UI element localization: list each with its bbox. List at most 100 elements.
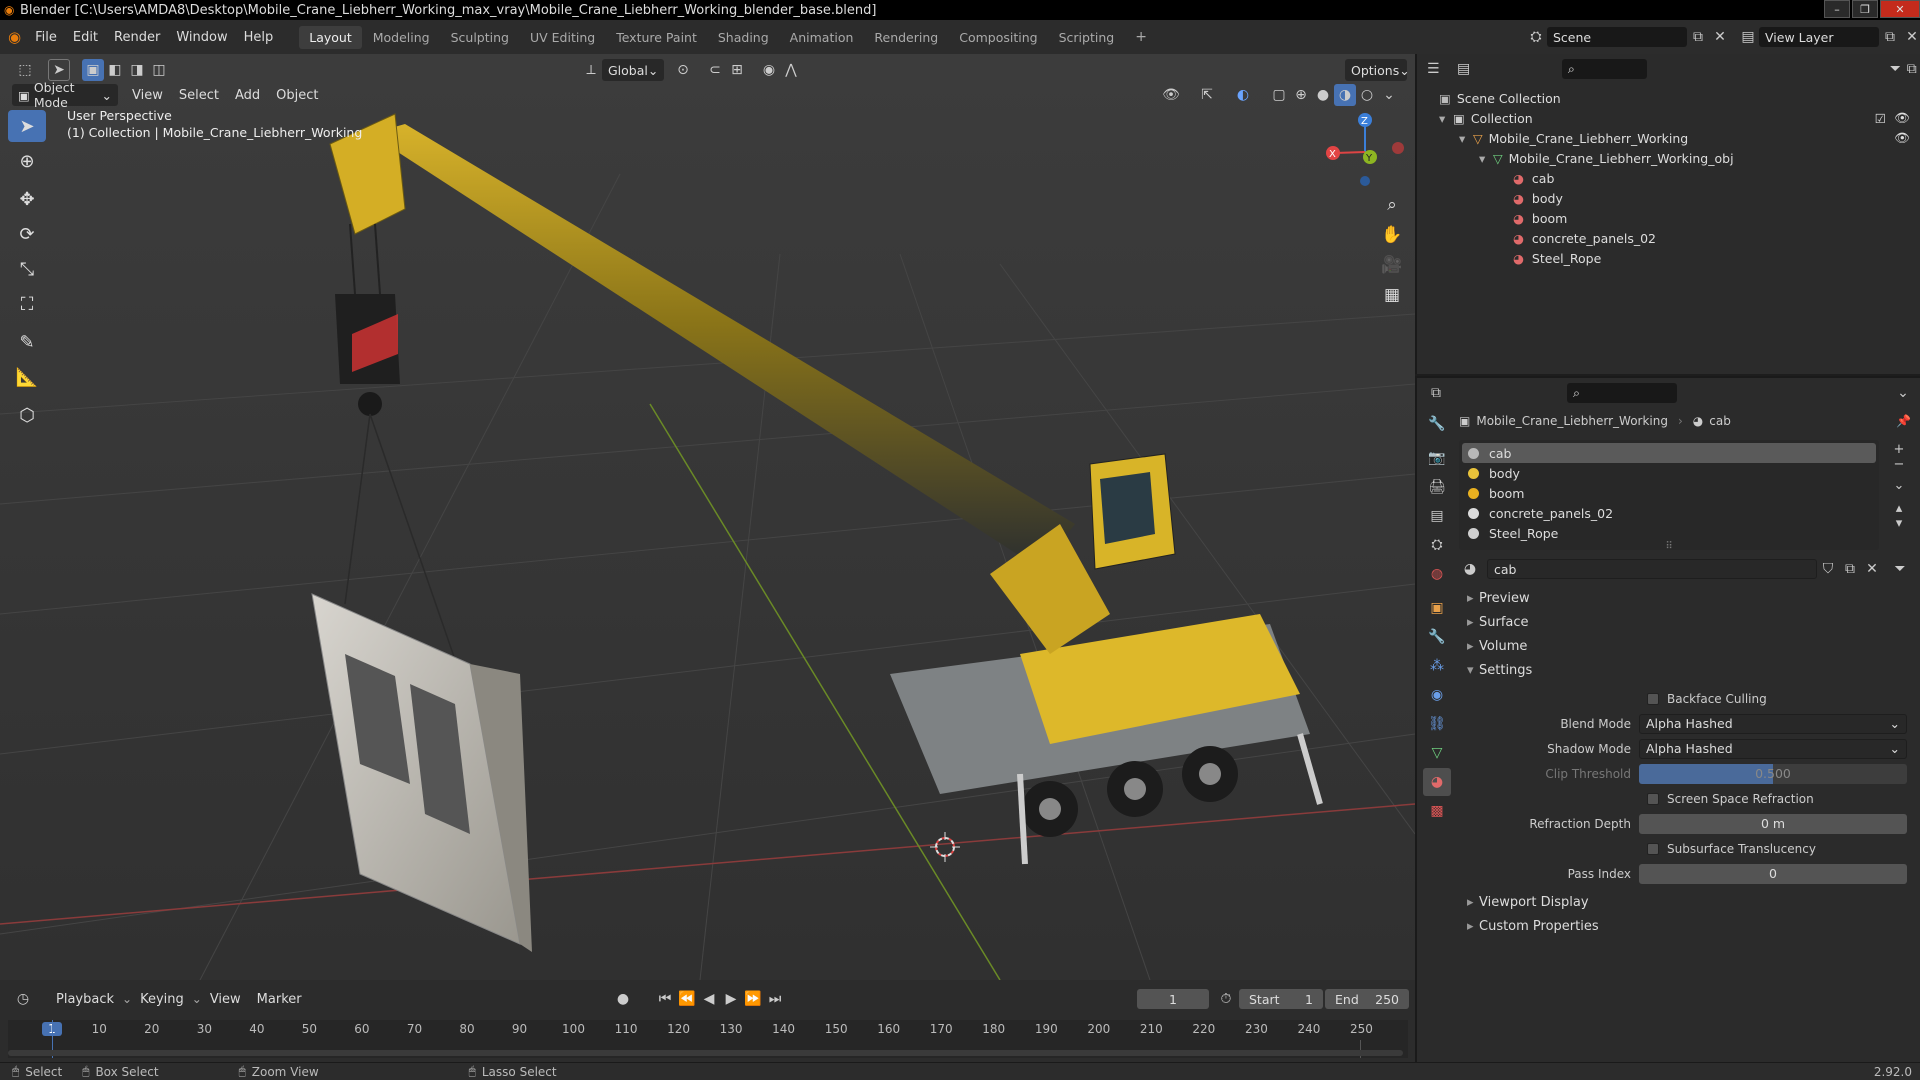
- tab-animation[interactable]: Animation: [780, 26, 864, 49]
- panel-volume[interactable]: ▸ Volume: [1459, 634, 1919, 658]
- tab-scripting[interactable]: Scripting: [1049, 26, 1125, 49]
- overlays-icon[interactable]: ◐: [1232, 84, 1254, 106]
- ssr-row[interactable]: Screen Space Refraction: [1459, 786, 1919, 811]
- viewport-scene[interactable]: Z X Y: [0, 54, 1415, 980]
- display-mode-icon[interactable]: ▤: [1455, 58, 1471, 80]
- delete-view-layer-icon[interactable]: ✕: [1901, 26, 1920, 48]
- gizmo-toggle-icon[interactable]: ⇱: [1196, 84, 1218, 106]
- options-dropdown[interactable]: Options ⌄: [1345, 59, 1410, 81]
- snap-icon[interactable]: ⊂: [704, 59, 726, 81]
- timeline-scrollbar[interactable]: [8, 1050, 1403, 1056]
- collection-visibility-icon[interactable]: 👁: [1894, 110, 1910, 126]
- move-tool-icon[interactable]: ✥: [8, 183, 46, 215]
- measure-tool-icon[interactable]: 📐: [8, 361, 46, 393]
- select-extend-icon[interactable]: ◧: [104, 59, 126, 81]
- select-tool-icon[interactable]: ➤: [48, 59, 70, 81]
- fake-user-icon[interactable]: ⛉: [1817, 558, 1839, 580]
- material-slot-list[interactable]: cab body boom concrete_panels_02 Steel_Rope …: [1459, 440, 1879, 552]
- ssr-checkbox[interactable]: [1647, 792, 1659, 805]
- backface-culling-row[interactable]: Backface Culling: [1459, 686, 1919, 711]
- blend-mode-dropdown[interactable]: Alpha Hashed ⌄: [1639, 713, 1907, 734]
- tab-particles-icon[interactable]: ⁂: [1423, 652, 1451, 680]
- properties-search-input[interactable]: ⌕: [1567, 383, 1677, 403]
- new-view-layer-icon[interactable]: ⧉: [1879, 26, 1901, 48]
- select-intersect-icon[interactable]: ◫: [148, 59, 170, 81]
- start-frame-field[interactable]: Start 1: [1239, 989, 1323, 1009]
- rendered-shading-icon[interactable]: ○: [1356, 84, 1378, 106]
- falloff-icon[interactable]: ⋀: [780, 59, 802, 81]
- panel-preview[interactable]: ▸ Preview: [1459, 586, 1919, 610]
- tab-texture-icon[interactable]: ▩: [1423, 797, 1451, 825]
- tab-texture-paint[interactable]: Texture Paint: [606, 26, 707, 49]
- add-workspace-icon[interactable]: +: [1125, 25, 1157, 49]
- material-slot-item[interactable]: boom: [1462, 483, 1876, 503]
- timeline-menu-marker[interactable]: Marker: [249, 992, 310, 1007]
- tab-constraints-icon[interactable]: ⛓: [1423, 710, 1451, 738]
- tab-physics-icon[interactable]: ◉: [1423, 681, 1451, 709]
- scene-selector[interactable]: Scene: [1547, 27, 1687, 47]
- tab-scene-icon[interactable]: ⛭: [1423, 531, 1451, 559]
- blender-menu-icon[interactable]: ◉: [8, 28, 21, 46]
- proportional-edit-icon[interactable]: ◉: [758, 59, 780, 81]
- select-box-tool-icon[interactable]: ➤: [8, 110, 46, 142]
- ortho-grid-icon[interactable]: ▦: [1377, 280, 1407, 310]
- camera-view-icon[interactable]: 🎥: [1377, 250, 1407, 280]
- filter-icon[interactable]: ⏷: [1887, 58, 1903, 80]
- add-slot-icon[interactable]: +: [1887, 442, 1911, 457]
- play-icon[interactable]: ▶: [720, 988, 742, 1010]
- duplicate-material-icon[interactable]: ⧉: [1839, 558, 1861, 580]
- remove-slot-icon[interactable]: −: [1887, 457, 1911, 472]
- outliner-mesh[interactable]: ▾ ▽ Mobile_Crane_Liebherr_Working_obj: [1417, 148, 1920, 168]
- shading-options-icon[interactable]: ⌄: [1378, 84, 1400, 106]
- panel-settings[interactable]: ▾ Settings: [1459, 658, 1919, 682]
- material-name-field[interactable]: cab: [1487, 559, 1817, 579]
- stopwatch-icon[interactable]: ⏱: [1215, 988, 1237, 1010]
- refraction-depth-field[interactable]: 0 m: [1639, 813, 1907, 834]
- viewport-menu-add[interactable]: Add: [227, 88, 268, 103]
- properties-editor-type-icon[interactable]: ⧉: [1425, 382, 1447, 404]
- rotate-tool-icon[interactable]: ⟳: [8, 218, 46, 250]
- menu-file[interactable]: File: [27, 30, 65, 45]
- expand-arrow-icon[interactable]: ▾: [1439, 111, 1453, 126]
- delete-scene-icon[interactable]: ✕: [1709, 26, 1731, 48]
- move-slot-up-icon[interactable]: ▴: [1887, 501, 1911, 516]
- viewport-menu-object[interactable]: Object: [268, 88, 326, 103]
- outliner-material-item[interactable]: ◕ Steel_Rope: [1417, 248, 1920, 268]
- play-reverse-icon[interactable]: ◀: [698, 988, 720, 1010]
- mode-dropdown[interactable]: ▣ Object Mode ⌄: [12, 80, 118, 110]
- timeline-menu-playback[interactable]: Playback: [48, 992, 122, 1007]
- material-slot-item[interactable]: cab: [1462, 443, 1876, 463]
- expand-arrow-icon[interactable]: ▾: [1459, 131, 1473, 146]
- close-button[interactable]: ✕: [1880, 0, 1920, 18]
- tab-material-icon[interactable]: ◕: [1423, 768, 1451, 796]
- tab-sculpting[interactable]: Sculpting: [441, 26, 519, 49]
- tab-modifiers-icon[interactable]: 🔧: [1423, 623, 1451, 651]
- menu-render[interactable]: Render: [106, 30, 168, 45]
- end-frame-field[interactable]: End 250: [1325, 989, 1409, 1009]
- tab-view-layer-icon[interactable]: ▤: [1423, 502, 1451, 530]
- subsurface-checkbox[interactable]: [1647, 842, 1659, 855]
- shadow-mode-dropdown[interactable]: Alpha Hashed ⌄: [1639, 738, 1907, 759]
- transform-tool-icon[interactable]: ⛶: [8, 288, 46, 320]
- material-shading-icon[interactable]: ◑: [1334, 84, 1356, 106]
- panel-surface[interactable]: ▸ Surface: [1459, 610, 1919, 634]
- panel-viewport-display[interactable]: ▸ Viewport Display: [1459, 890, 1919, 914]
- tab-shading[interactable]: Shading: [708, 26, 779, 49]
- material-link-icon[interactable]: ⏷: [1889, 558, 1911, 580]
- 3d-viewport[interactable]: Z X Y ⬚ ➤ ▣ ◧ ◨ ◫ ⟂ Global ⌄ ⊙ ⊂ ⊞ ◉ ⋀ Op…: [0, 54, 1415, 980]
- select-new-icon[interactable]: ▣: [82, 59, 104, 81]
- outliner-material-item[interactable]: ◕ boom: [1417, 208, 1920, 228]
- exclude-checkbox-icon[interactable]: ☑: [1875, 111, 1886, 126]
- unlink-material-icon[interactable]: ✕: [1861, 558, 1883, 580]
- zoom-icon[interactable]: ⌕: [1377, 190, 1407, 220]
- panel-custom-properties[interactable]: ▸ Custom Properties: [1459, 914, 1919, 938]
- object-visibility-icon[interactable]: 👁: [1894, 130, 1910, 146]
- outliner-material-item[interactable]: ◕ cab: [1417, 168, 1920, 188]
- outliner-object[interactable]: ▾ ▽ Mobile_Crane_Liebherr_Working 👁: [1417, 128, 1920, 148]
- record-keyframe-icon[interactable]: ●: [612, 988, 634, 1010]
- pin-icon[interactable]: 📌: [1896, 414, 1911, 428]
- tab-output-icon[interactable]: 🖨: [1423, 473, 1451, 501]
- outliner-collection[interactable]: ▾ ▣ Collection ☑ 👁: [1417, 108, 1920, 128]
- viewport-menu-view[interactable]: View: [124, 88, 171, 103]
- tab-uv-editing[interactable]: UV Editing: [520, 26, 605, 49]
